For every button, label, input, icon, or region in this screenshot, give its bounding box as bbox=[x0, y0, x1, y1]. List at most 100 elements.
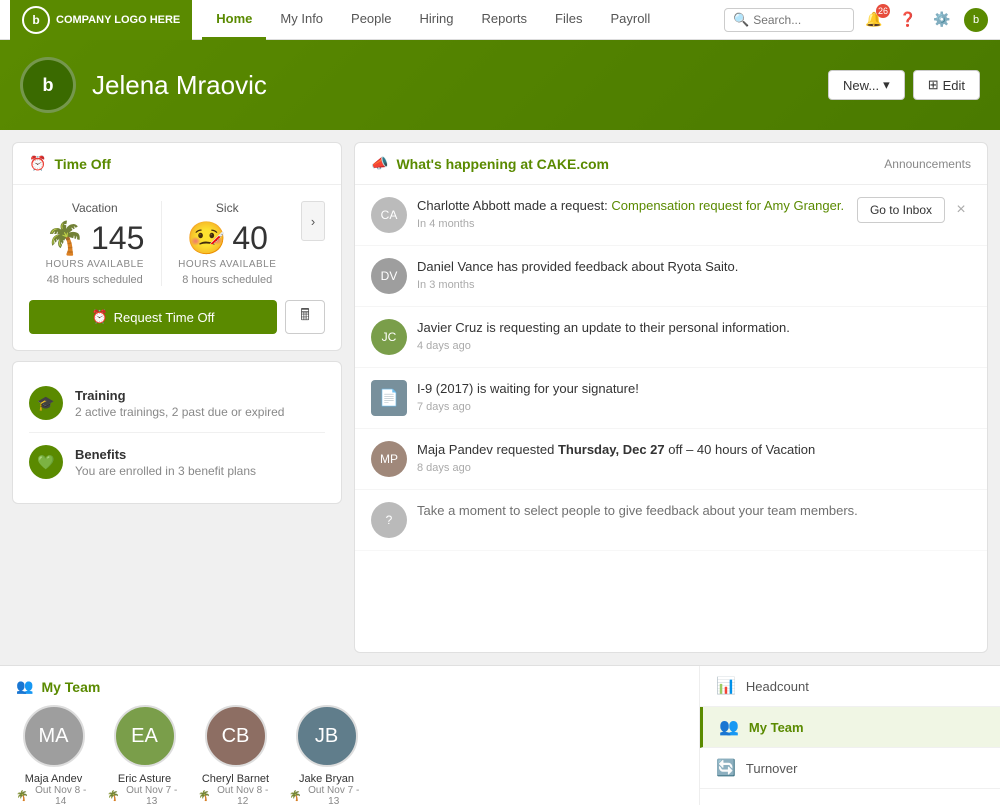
nav-links: Home My Info People Hiring Reports Files… bbox=[202, 0, 664, 40]
feed-card: 📣 What's happening at CAKE.com Announcem… bbox=[354, 142, 988, 653]
feed-text: Javier Cruz is requesting an update to t… bbox=[417, 319, 971, 337]
time-off-body: Vacation 🌴 145 HOURS AVAILABLE 48 hours … bbox=[13, 185, 341, 350]
feed-time: In 4 months bbox=[417, 218, 847, 230]
sidebar-item-turnover[interactable]: 🔄 Turnover bbox=[700, 748, 1000, 789]
member-avatar: JB bbox=[296, 705, 358, 767]
info-card-body: 🎓 Training 2 active trainings, 2 past du… bbox=[13, 362, 341, 503]
avatar: MP bbox=[371, 441, 407, 477]
team-icon: 👥 bbox=[719, 717, 739, 737]
search-box[interactable]: 🔍 bbox=[724, 8, 854, 32]
right-column: 📣 What's happening at CAKE.com Announcem… bbox=[354, 142, 988, 653]
notification-badge: 26 bbox=[876, 4, 890, 18]
my-team-header: 👥 My Team bbox=[16, 678, 683, 695]
vacation-scheduled: 48 hours scheduled bbox=[39, 274, 151, 286]
member-name: Eric Asture bbox=[107, 773, 182, 785]
feed-content: Charlotte Abbott made a request: Compens… bbox=[417, 197, 847, 230]
training-text: Training 2 active trainings, 2 past due … bbox=[75, 388, 284, 419]
request-icon: ⏰ bbox=[91, 309, 107, 325]
team-member[interactable]: JB Jake Bryan 🌴 Out Nov 7 - 13 bbox=[289, 705, 364, 805]
sidebar-item-headcount[interactable]: 📊 Headcount bbox=[700, 666, 1000, 707]
vacation-hours-display: 🌴 145 bbox=[39, 219, 151, 257]
chevron-down-icon: ▾ bbox=[883, 77, 890, 93]
search-input[interactable] bbox=[753, 13, 843, 27]
info-card: 🎓 Training 2 active trainings, 2 past du… bbox=[12, 361, 342, 504]
top-navigation: b COMPANY LOGO HERE Home My Info People … bbox=[0, 0, 1000, 40]
feed-time: 7 days ago bbox=[417, 401, 971, 413]
avatar: CA bbox=[371, 197, 407, 233]
nav-people[interactable]: People bbox=[337, 0, 405, 40]
calculator-icon: 🖩 bbox=[300, 304, 310, 331]
feed-content: Javier Cruz is requesting an update to t… bbox=[417, 319, 971, 352]
sidebar-item-myteam[interactable]: 👥 My Team bbox=[700, 707, 1000, 748]
nav-myinfo[interactable]: My Info bbox=[266, 0, 337, 40]
feed-header-left: 📣 What's happening at CAKE.com bbox=[371, 155, 609, 172]
nav-reports[interactable]: Reports bbox=[467, 0, 541, 40]
member-status: 🌴 Out Nov 8 - 14 bbox=[16, 785, 91, 805]
calculator-button[interactable]: 🖩 bbox=[285, 300, 325, 334]
sick-section: Sick 🤒 40 HOURS AVAILABLE 8 hours schedu… bbox=[161, 201, 294, 286]
member-avatar: MA bbox=[23, 705, 85, 767]
team-member[interactable]: CB Cheryl Barnet 🌴 Out Nov 8 - 12 bbox=[198, 705, 273, 805]
feed-content: Daniel Vance has provided feedback about… bbox=[417, 258, 971, 291]
my-team-title: My Team bbox=[41, 679, 100, 695]
avatar: DV bbox=[371, 258, 407, 294]
headcount-label: Headcount bbox=[746, 679, 809, 694]
user-avatar[interactable]: b bbox=[962, 6, 990, 34]
member-name: Jake Bryan bbox=[289, 773, 364, 785]
benefits-title: Benefits bbox=[75, 447, 256, 462]
sick-hours-label: HOURS AVAILABLE bbox=[172, 259, 284, 270]
sick-scheduled: 8 hours scheduled bbox=[172, 274, 284, 286]
go-to-inbox-button[interactable]: Go to Inbox bbox=[857, 197, 945, 223]
request-time-off-button[interactable]: ⏰ Request Time Off bbox=[29, 300, 277, 334]
nav-right: 🔍 🔔 26 ❓ ⚙️ b bbox=[724, 6, 990, 34]
benefits-subtitle: You are enrolled in 3 benefit plans bbox=[75, 464, 256, 478]
sick-label: Sick bbox=[172, 201, 284, 215]
benefits-item[interactable]: 💚 Benefits You are enrolled in 3 benefit… bbox=[29, 433, 325, 491]
close-button[interactable]: × bbox=[951, 200, 971, 220]
team-member[interactable]: EA Eric Asture 🌴 Out Nov 7 - 13 bbox=[107, 705, 182, 805]
feed-item: CA Charlotte Abbott made a request: Comp… bbox=[355, 185, 987, 246]
team-member[interactable]: MA Maja Andev 🌴 Out Nov 8 - 14 bbox=[16, 705, 91, 805]
feed-link[interactable]: Compensation request for Amy Granger. bbox=[611, 198, 844, 213]
document-icon: 📄 bbox=[371, 380, 407, 416]
time-off-next-button[interactable]: › bbox=[301, 201, 325, 241]
time-off-title: Time Off bbox=[54, 156, 111, 172]
feed-title: What's happening at CAKE.com bbox=[396, 156, 609, 172]
vacation-hours-label: HOURS AVAILABLE bbox=[39, 259, 151, 270]
request-button-label: Request Time Off bbox=[114, 310, 215, 325]
nav-files[interactable]: Files bbox=[541, 0, 596, 40]
logo-area[interactable]: b COMPANY LOGO HERE bbox=[10, 0, 192, 40]
feed-text: Charlotte Abbott made a request: Compens… bbox=[417, 197, 847, 215]
settings-button[interactable]: ⚙️ bbox=[928, 6, 956, 34]
nav-home[interactable]: Home bbox=[202, 0, 266, 40]
nav-payroll[interactable]: Payroll bbox=[596, 0, 664, 40]
vacation-section: Vacation 🌴 145 HOURS AVAILABLE 48 hours … bbox=[29, 201, 161, 286]
training-item[interactable]: 🎓 Training 2 active trainings, 2 past du… bbox=[29, 374, 325, 433]
sick-icon: 🤒 bbox=[187, 219, 227, 257]
edit-button[interactable]: ⊞ Edit bbox=[913, 70, 980, 100]
bar-chart-icon: 📊 bbox=[716, 676, 736, 696]
feed-actions: Go to Inbox × bbox=[857, 197, 971, 223]
help-button[interactable]: ❓ bbox=[894, 6, 922, 34]
time-off-card: ⏰ Time Off Vacation 🌴 145 HOURS AVAILABL… bbox=[12, 142, 342, 351]
nav-hiring[interactable]: Hiring bbox=[406, 0, 468, 40]
avatar: ? bbox=[371, 502, 407, 538]
team-icon: 👥 bbox=[16, 678, 33, 695]
sick-hours-display: 🤒 40 bbox=[172, 219, 284, 257]
feed-time: In 3 months bbox=[417, 279, 971, 291]
logo-text: COMPANY LOGO HERE bbox=[56, 14, 180, 26]
vacation-hours: 145 bbox=[91, 220, 144, 257]
feed-text: Daniel Vance has provided feedback about… bbox=[417, 258, 971, 276]
member-avatar: CB bbox=[205, 705, 267, 767]
sidebar-panel: 📊 Headcount 👥 My Team 🔄 Turnover bbox=[700, 666, 1000, 805]
time-off-header: ⏰ Time Off bbox=[13, 143, 341, 185]
time-off-actions: ⏰ Request Time Off 🖩 bbox=[29, 300, 325, 334]
team-members: MA Maja Andev 🌴 Out Nov 8 - 14 EA Eric A… bbox=[16, 705, 683, 805]
announcements-link[interactable]: Announcements bbox=[884, 157, 971, 171]
feed-text: Maja Pandev requested Thursday, Dec 27 o… bbox=[417, 441, 971, 459]
new-button[interactable]: New... ▾ bbox=[828, 70, 905, 100]
benefits-text: Benefits You are enrolled in 3 benefit p… bbox=[75, 447, 256, 478]
feed-item: JC Javier Cruz is requesting an update t… bbox=[355, 307, 987, 368]
profile-actions: New... ▾ ⊞ Edit bbox=[828, 70, 980, 100]
notifications-button[interactable]: 🔔 26 bbox=[860, 6, 888, 34]
